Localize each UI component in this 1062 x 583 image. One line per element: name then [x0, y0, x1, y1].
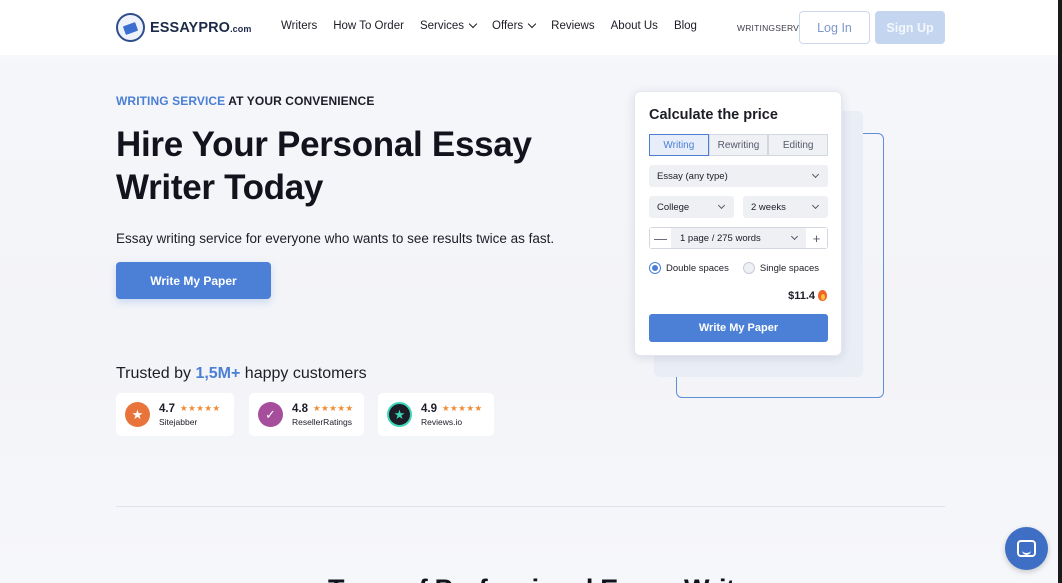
nav-offers[interactable]: Offers: [492, 19, 537, 32]
chevron-down-icon: [468, 19, 478, 29]
window-edge: [1058, 0, 1062, 583]
spacing-options: Double spaces Single spaces: [649, 262, 819, 274]
hero-title: Hire Your Personal Essay Writer Today: [116, 125, 532, 207]
chevron-down-icon: [527, 19, 537, 29]
rating-source: ResellerRatings: [292, 416, 352, 427]
chevron-down-icon: [811, 170, 820, 179]
main-nav: Writers How To Order Services Offers Rev…: [281, 19, 713, 32]
rating-source: Reviews.io: [421, 416, 463, 427]
rating-card-reviewsio[interactable]: ★ 4.9 ★★★★★ Reviews.io: [378, 393, 494, 436]
signup-button[interactable]: Sign Up: [875, 11, 945, 44]
star-badge-icon: ★: [125, 402, 150, 427]
site-header: ESSAYPRO.com Writers How To Order Servic…: [0, 0, 1058, 55]
trusted-by-text: Trusted by 1,5M+ happy customers: [116, 365, 367, 382]
chat-button[interactable]: [1005, 527, 1048, 570]
calculator-write-my-paper-button[interactable]: Write My Paper: [649, 314, 828, 342]
rating-score: 4.8: [292, 402, 308, 415]
double-spaces-label: Double spaces: [666, 262, 729, 274]
logo-text: ESSAYPRO.com: [150, 19, 252, 36]
service-tabs: Writing Rewriting Editing: [649, 134, 829, 156]
chevron-down-icon: [790, 232, 799, 241]
nav-blog[interactable]: Blog: [674, 20, 697, 32]
fire-icon: [817, 289, 828, 302]
section-divider: [116, 506, 945, 507]
rating-score: 4.7: [159, 402, 175, 415]
chevron-down-icon: [811, 201, 820, 210]
decrease-pages-button[interactable]: —: [650, 228, 671, 248]
rating-score: 4.9: [421, 402, 437, 415]
check-badge-icon: ✓: [258, 402, 283, 427]
single-spaces-radio[interactable]: [742, 262, 755, 274]
tab-editing[interactable]: Editing: [768, 134, 829, 156]
increase-pages-button[interactable]: +: [806, 228, 827, 248]
next-section-heading: Team of Professional Essay Writers: [328, 574, 775, 583]
deadline-select[interactable]: 2 weeks: [743, 196, 828, 218]
write-my-paper-button[interactable]: Write My Paper: [116, 262, 271, 299]
pages-select[interactable]: 1 page / 275 words: [671, 228, 806, 248]
chevron-down-icon: [717, 201, 726, 210]
logo-icon: [116, 13, 145, 42]
nav-services[interactable]: Services: [420, 19, 478, 32]
tab-rewriting[interactable]: Rewriting: [708, 134, 769, 156]
nav-writers[interactable]: Writers: [281, 20, 317, 32]
site-logo[interactable]: ESSAYPRO.com: [116, 13, 251, 42]
hero-subtitle: Essay writing service for everyone who w…: [116, 231, 555, 246]
double-spaces-radio[interactable]: [649, 262, 661, 274]
nav-reviews[interactable]: Reviews: [551, 20, 594, 32]
nav-about-us[interactable]: About Us: [611, 20, 658, 32]
paper-type-select[interactable]: Essay (any type): [649, 165, 828, 187]
pages-stepper: — 1 page / 275 words +: [649, 227, 828, 249]
price-display: $11.4: [788, 289, 828, 302]
rating-stars: ★★★★★: [313, 403, 354, 413]
promo-code: WRITINGSERV: [737, 23, 800, 33]
chat-icon: [1017, 540, 1036, 557]
calculator-title: Calculate the price: [649, 107, 778, 123]
hero-eyebrow: WRITING SERVICE AT YOUR CONVENIENCE: [116, 94, 375, 108]
academic-level-select[interactable]: College: [649, 196, 734, 218]
rating-card-resellerratings[interactable]: ✓ 4.8 ★★★★★ ResellerRatings: [249, 393, 364, 436]
single-spaces-label: Single spaces: [759, 262, 820, 274]
login-button[interactable]: Log In: [799, 11, 870, 44]
nav-how-to-order[interactable]: How To Order: [333, 20, 404, 32]
rating-stars: ★★★★★: [442, 403, 483, 413]
rating-source: Sitejabber: [159, 416, 198, 427]
rating-card-sitejabber[interactable]: ★ 4.7 ★★★★★ Sitejabber: [116, 393, 234, 436]
star-circle-icon: ★: [387, 402, 412, 427]
tab-writing[interactable]: Writing: [649, 134, 709, 156]
rating-stars: ★★★★★: [180, 403, 221, 413]
price-value: $11.4: [788, 289, 815, 302]
price-calculator: Calculate the price Writing Rewriting Ed…: [634, 91, 842, 356]
